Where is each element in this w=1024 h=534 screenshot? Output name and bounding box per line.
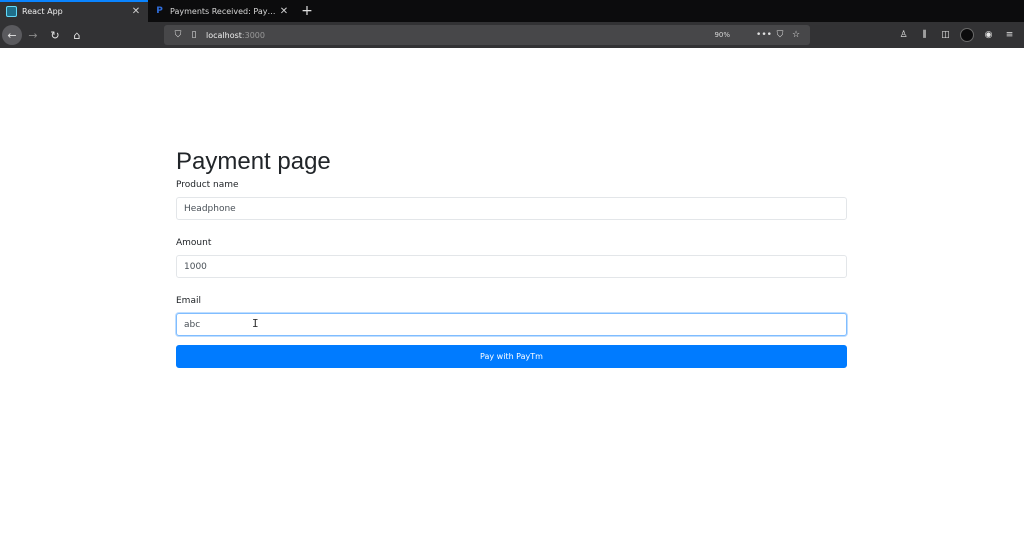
sidebar-icon[interactable]: ◫: [935, 24, 956, 46]
more-actions-icon[interactable]: •••: [756, 30, 772, 40]
toolbar-right: ♙ ⫼ ◫ ◉ ≡: [893, 24, 1020, 46]
tab-paytm-payments[interactable]: P Payments Received: Paytm for Business …: [148, 0, 296, 22]
tab-bar: React App ✕ P Payments Received: Paytm f…: [0, 0, 1024, 22]
product-name-input[interactable]: [176, 197, 847, 220]
close-icon[interactable]: ✕: [278, 6, 290, 17]
tab-title: Payments Received: Paytm for Business: [170, 6, 278, 16]
text-cursor-icon: I: [252, 317, 259, 330]
product-name-label: Product name: [176, 180, 239, 190]
product-group: Product name: [176, 179, 847, 220]
home-icon[interactable]: ⌂: [66, 24, 88, 46]
pay-with-paytm-button[interactable]: Pay with PayTm: [176, 345, 847, 368]
navigation-toolbar: ← → ↻ ⌂ ⛉ ▯ localhost:3000 90% ••• ⛉ ☆ ♙…: [0, 22, 1024, 48]
zoom-level[interactable]: 90%: [714, 31, 730, 39]
pocket-icon[interactable]: ⛉: [772, 30, 788, 40]
amount-label: Amount: [176, 238, 212, 248]
payment-form: Payment page Product name Amount Email P…: [176, 148, 847, 368]
amount-group: Amount: [176, 237, 847, 278]
paytm-icon: P: [156, 5, 163, 16]
email-input[interactable]: [176, 313, 847, 336]
react-icon: [6, 5, 17, 17]
address-bar[interactable]: ⛉ ▯ localhost:3000 90% ••• ⛉ ☆: [164, 25, 810, 45]
account-icon[interactable]: ♙: [893, 24, 914, 46]
amount-input[interactable]: [176, 255, 847, 278]
shield-icon[interactable]: ⛉: [170, 30, 186, 40]
back-arrow-icon[interactable]: ←: [2, 25, 22, 45]
library-icon[interactable]: ⫼: [914, 24, 935, 46]
profile-icon[interactable]: ◉: [978, 24, 999, 46]
forward-arrow-icon[interactable]: →: [22, 24, 44, 46]
bookmark-star-icon[interactable]: ☆: [788, 30, 804, 40]
menu-icon[interactable]: ≡: [999, 24, 1020, 46]
reload-icon[interactable]: ↻: [44, 24, 66, 46]
extension-icon[interactable]: [960, 28, 974, 42]
url-text: localhost:3000: [206, 30, 265, 40]
tab-title: React App: [22, 6, 63, 16]
close-icon[interactable]: ✕: [130, 6, 142, 17]
tab-react-app[interactable]: React App ✕: [0, 0, 148, 22]
page-title: Payment page: [176, 148, 331, 175]
email-label: Email: [176, 296, 201, 306]
page-content: Payment page Product name Amount Email P…: [0, 48, 1024, 534]
email-group: Email: [176, 295, 847, 336]
page-info-icon[interactable]: ▯: [186, 30, 202, 40]
new-tab-button[interactable]: +: [296, 0, 318, 22]
